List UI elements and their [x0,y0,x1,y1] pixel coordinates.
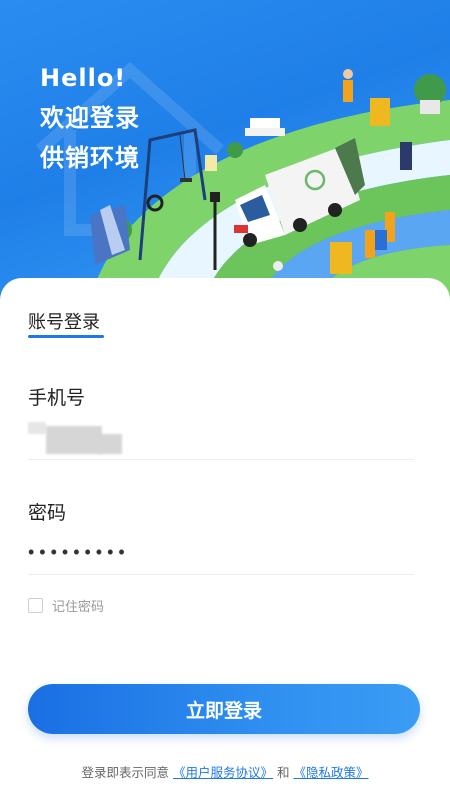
phone-mask-block [46,426,102,454]
hero-banner: Hello! 欢迎登录 供销环境 [0,0,450,300]
agreement-and: 和 [276,765,290,780]
privacy-link[interactable]: 《隐私政策》 [293,765,368,780]
phone-mask-block [98,434,122,454]
login-button[interactable]: 立即登录 [28,684,420,734]
greeting: Hello! 欢迎登录 供销环境 [40,58,140,178]
remember-password-label: 记住密码 [52,600,105,615]
phone-input[interactable] [28,422,124,456]
phone-label: 手机号 [28,387,86,409]
agreement-text: 登录即表示同意 《用户服务协议》 和 《隐私政策》 [0,762,450,781]
phone-mask-block [28,422,46,434]
phone-divider [28,459,414,460]
checkbox-icon[interactable] [28,598,43,613]
tab-active-indicator [28,335,104,338]
greeting-org-name: 供销环境 [40,144,140,172]
agreement-prefix: 登录即表示同意 [81,765,169,780]
terms-link[interactable]: 《用户服务协议》 [173,765,273,780]
password-input[interactable] [28,538,414,566]
greeting-welcome: 欢迎登录 [40,104,140,132]
remember-password-toggle[interactable]: 记住密码 [28,596,104,615]
password-divider [28,574,414,575]
greeting-hello: Hello! [40,64,127,92]
password-label: 密码 [28,502,67,524]
